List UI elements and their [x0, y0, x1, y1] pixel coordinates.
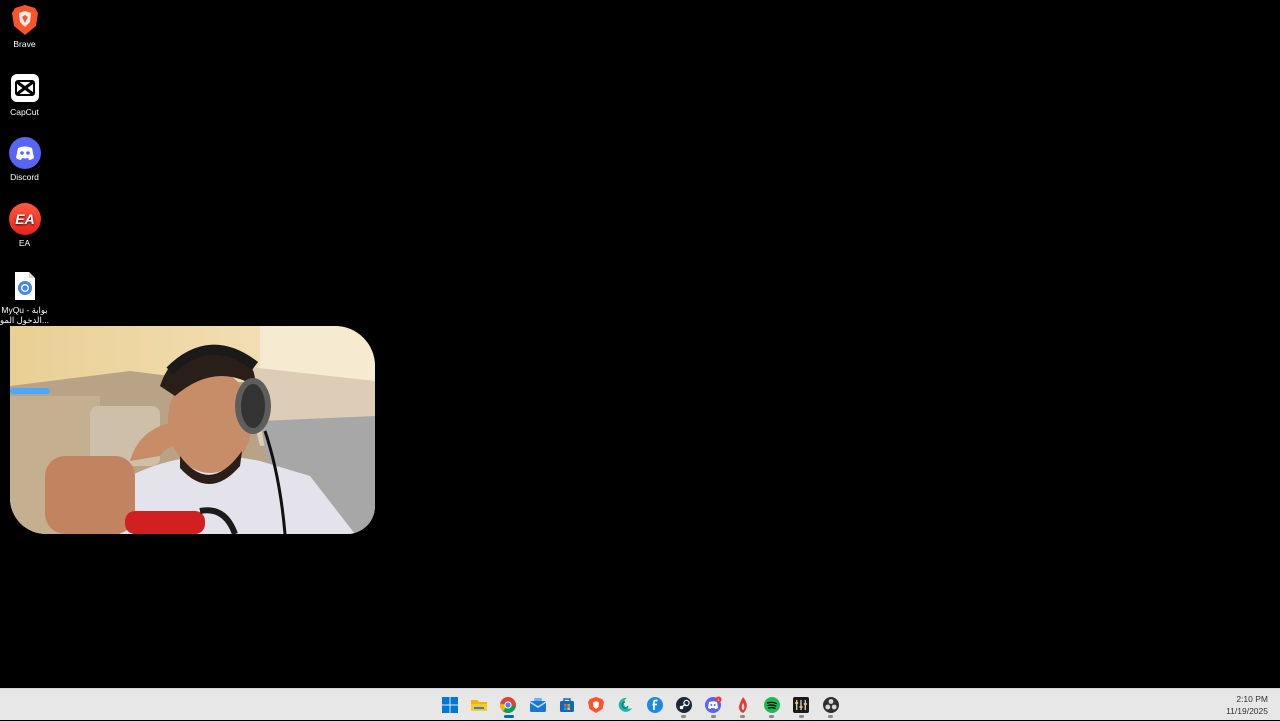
- discord-icon: [8, 137, 41, 169]
- f-icon: [646, 697, 663, 713]
- discord-icon: 1: [705, 696, 722, 713]
- desktop: Brave CapCut Discord EA EA MyQu - بوابة …: [0, 0, 1280, 688]
- windows-start-icon: [441, 697, 458, 713]
- taskbar-app-f[interactable]: [640, 689, 669, 721]
- taskbar-apps: 1: [435, 689, 845, 721]
- desktop-icon-brave[interactable]: Brave: [0, 4, 49, 49]
- desktop-icon-label: EA: [18, 238, 31, 248]
- taskbar-chrome[interactable]: [494, 689, 523, 721]
- chrome-shortcut-icon: [9, 270, 41, 302]
- brave-icon: [9, 4, 41, 36]
- desktop-icon-label: Discord: [10, 172, 39, 182]
- taskbar-discord[interactable]: 1: [699, 689, 728, 721]
- taskbar-store[interactable]: [552, 689, 581, 721]
- webcam-overlay: [10, 326, 375, 534]
- taskbar-file-explorer[interactable]: [464, 689, 493, 721]
- taskbar-obs[interactable]: [816, 689, 845, 721]
- taskbar-brave[interactable]: [581, 689, 610, 721]
- desktop-icon-myqu-shortcut[interactable]: MyQu - بوابة الدخول المو...: [0, 270, 49, 325]
- flame-icon: [738, 697, 747, 713]
- taskbar-steam[interactable]: [669, 689, 698, 721]
- brave-icon: [588, 697, 605, 713]
- desktop-icon-label: Brave: [13, 39, 36, 49]
- spotify-icon: [763, 697, 780, 713]
- desktop-icon-ea[interactable]: EA EA: [0, 203, 49, 248]
- crescent-icon: [619, 697, 633, 712]
- svg-text:EA: EA: [15, 211, 34, 227]
- taskbar: 1 2:10 PM 11/19/2025: [0, 688, 1280, 720]
- taskbar-app-mixer[interactable]: [787, 689, 816, 721]
- capcut-icon: [9, 72, 41, 104]
- store-icon: [559, 698, 574, 712]
- desktop-icon-label: MyQu - بوابة الدخول المو...: [0, 305, 49, 325]
- taskbar-app-crescent[interactable]: [611, 689, 640, 721]
- chrome-icon: [500, 697, 517, 713]
- folder-icon: [470, 700, 487, 711]
- system-clock[interactable]: 2:10 PM 11/19/2025: [1226, 693, 1268, 717]
- taskbar-app-flame[interactable]: [728, 689, 757, 721]
- clock-time: 2:10 PM: [1236, 694, 1268, 704]
- start-button[interactable]: [435, 689, 464, 721]
- desktop-icon-label: CapCut: [10, 107, 39, 117]
- taskbar-mail[interactable]: [523, 689, 552, 721]
- desktop-icon-capcut[interactable]: CapCut: [0, 72, 49, 117]
- taskbar-spotify[interactable]: [757, 689, 786, 721]
- mixer-icon: [793, 697, 810, 713]
- mail-icon: [529, 698, 546, 712]
- ea-icon: EA: [8, 203, 41, 235]
- obs-icon: [822, 697, 839, 713]
- webcam-feed-image: [10, 326, 375, 534]
- clock-date: 11/19/2025: [1226, 706, 1268, 716]
- steam-icon: [676, 697, 693, 713]
- desktop-icon-discord[interactable]: Discord: [0, 137, 49, 182]
